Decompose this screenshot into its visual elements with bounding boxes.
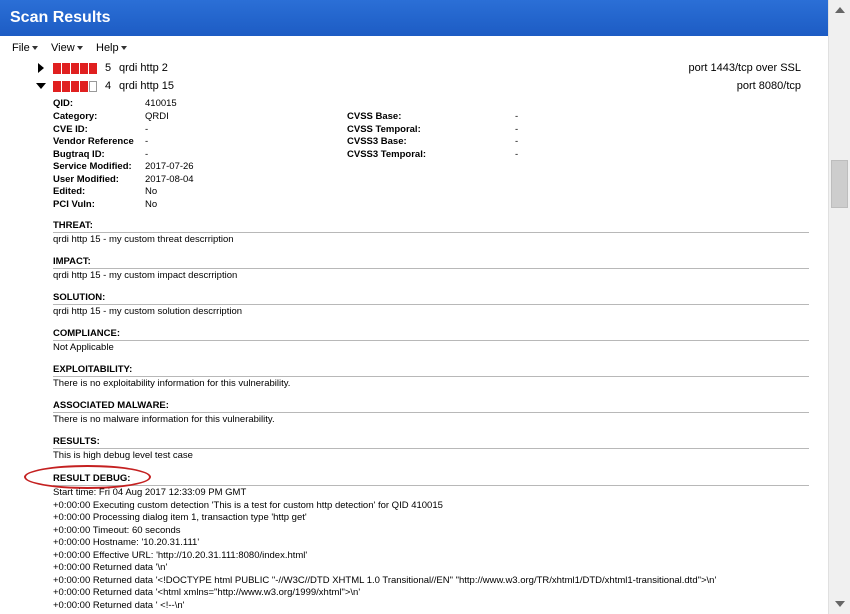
vertical-scrollbar[interactable] — [828, 0, 850, 614]
detail-label: PCI Vuln: — [53, 199, 95, 210]
section-results: RESULTS: This is high debug level test ca… — [53, 436, 809, 461]
vuln-row[interactable]: 4 qrdi http 15 port 8080/tcp — [0, 79, 826, 95]
section-impact: IMPACT: qrdi http 15 - my custom impact d… — [53, 256, 809, 281]
scroll-down-arrow-icon[interactable] — [835, 601, 845, 607]
section-heading: ASSOCIATED MALWARE: — [53, 400, 809, 413]
scroll-thumb[interactable] — [831, 160, 848, 208]
chevron-down-icon — [76, 46, 83, 51]
section-heading: RESULT DEBUG: — [53, 473, 809, 486]
section-threat: THREAT: qrdi http 15 - my custom threat d… — [53, 220, 809, 245]
debug-line: +0:00:00 Returned data '\n' — [53, 562, 168, 573]
scroll-up-arrow-icon[interactable] — [835, 7, 845, 13]
vuln-port: port 8080/tcp — [736, 80, 801, 92]
section-body: This is high debug level test case — [53, 450, 193, 461]
annotation-circle — [24, 465, 151, 489]
section-body: There is no exploitability information f… — [53, 378, 291, 389]
severity-level: 4 — [105, 80, 112, 92]
collapse-arrow-icon[interactable] — [36, 81, 46, 91]
severity-bar — [53, 81, 98, 92]
scan-results-content: 5 qrdi http 2 port 1443/tcp over SSL 4 q… — [0, 60, 826, 614]
section-heading: THREAT: — [53, 220, 809, 233]
debug-line: +0:00:00 Processing dialog item 1, trans… — [53, 512, 307, 523]
detail-label: Vendor Reference — [53, 136, 134, 147]
detail-label: QID: — [53, 98, 74, 109]
vuln-port: port 1443/tcp over SSL — [688, 62, 801, 74]
detail-label: CVSS3 Temporal: — [347, 149, 427, 160]
debug-line: +0:00:00 Returned data '<html xmlns="htt… — [53, 587, 361, 598]
debug-line: Start time: Fri 04 Aug 2017 12:33:09 PM … — [53, 487, 247, 498]
debug-line: +0:00:00 Returned data '<!DOCTYPE html P… — [53, 575, 717, 586]
title-bar: Scan Results — [0, 0, 828, 36]
menu-bar: File View Help — [0, 36, 828, 60]
section-body: qrdi http 15 - my custom threat descrrip… — [53, 234, 234, 245]
menu-view[interactable]: View — [51, 42, 83, 54]
chevron-down-icon — [120, 46, 127, 51]
vuln-row[interactable]: 5 qrdi http 2 port 1443/tcp over SSL — [0, 61, 826, 77]
section-body: Not Applicable — [53, 342, 114, 353]
menu-help[interactable]: Help — [96, 42, 127, 54]
menu-file-label: File — [12, 42, 30, 54]
debug-line: +0:00:00 Hostname: '10.20.31.111' — [53, 537, 200, 548]
detail-value: QRDI — [145, 111, 169, 122]
detail-value: - — [515, 111, 519, 122]
section-heading: IMPACT: — [53, 256, 809, 269]
detail-value: - — [145, 136, 149, 147]
detail-label: Bugtraq ID: — [53, 149, 105, 160]
section-heading: RESULTS: — [53, 436, 809, 449]
detail-value: - — [145, 124, 149, 135]
detail-value: 410015 — [145, 98, 177, 109]
detail-label: CVSS Temporal: — [347, 124, 421, 135]
menu-file[interactable]: File — [12, 42, 38, 54]
detail-value: - — [515, 136, 519, 147]
detail-value: - — [145, 149, 149, 160]
section-body: qrdi http 15 - my custom impact descrrip… — [53, 270, 238, 281]
debug-line: +0:00:00 Returned data ' <!--\n' — [53, 600, 185, 611]
detail-value: No — [145, 199, 158, 210]
detail-label: CVSS3 Base: — [347, 136, 407, 147]
detail-label: Service Modified: — [53, 161, 132, 172]
debug-line: +0:00:00 Executing custom detection 'Thi… — [53, 500, 443, 511]
window-title: Scan Results — [10, 9, 111, 26]
debug-line: +0:00:00 Effective URL: 'http://10.20.31… — [53, 550, 308, 561]
detail-label: Category: — [53, 111, 98, 122]
severity-bar — [53, 63, 98, 74]
section-heading: COMPLIANCE: — [53, 328, 809, 341]
section-associated-malware: ASSOCIATED MALWARE: There is no malware i… — [53, 400, 809, 425]
vuln-title: qrdi http 2 — [119, 62, 168, 74]
debug-line: +0:00:00 Timeout: 60 seconds — [53, 525, 181, 536]
severity-level: 5 — [105, 62, 112, 74]
detail-value: 2017-07-26 — [145, 161, 194, 172]
section-exploitability: EXPLOITABILITY: There is no exploitabilit… — [53, 364, 809, 389]
detail-value: No — [145, 186, 158, 197]
section-heading: EXPLOITABILITY: — [53, 364, 809, 377]
section-result-debug: RESULT DEBUG: — [53, 473, 809, 486]
section-heading: SOLUTION: — [53, 292, 809, 305]
vuln-title: qrdi http 15 — [119, 80, 175, 92]
detail-value: 2017-08-04 — [145, 174, 194, 185]
expand-arrow-icon[interactable] — [36, 63, 46, 73]
section-solution: SOLUTION: qrdi http 15 - my custom soluti… — [53, 292, 809, 317]
section-body: qrdi http 15 - my custom solution descrr… — [53, 306, 243, 317]
menu-help-label: Help — [96, 42, 119, 54]
section-body: There is no malware information for this… — [53, 414, 275, 425]
menu-view-label: View — [51, 42, 75, 54]
section-compliance: COMPLIANCE: Not Applicable — [53, 328, 809, 353]
chevron-down-icon — [31, 46, 38, 51]
detail-label: User Modified: — [53, 174, 119, 185]
detail-label: CVSS Base: — [347, 111, 402, 122]
detail-value: - — [515, 149, 519, 160]
detail-value: - — [515, 124, 519, 135]
detail-label: CVE ID: — [53, 124, 88, 135]
detail-label: Edited: — [53, 186, 86, 197]
